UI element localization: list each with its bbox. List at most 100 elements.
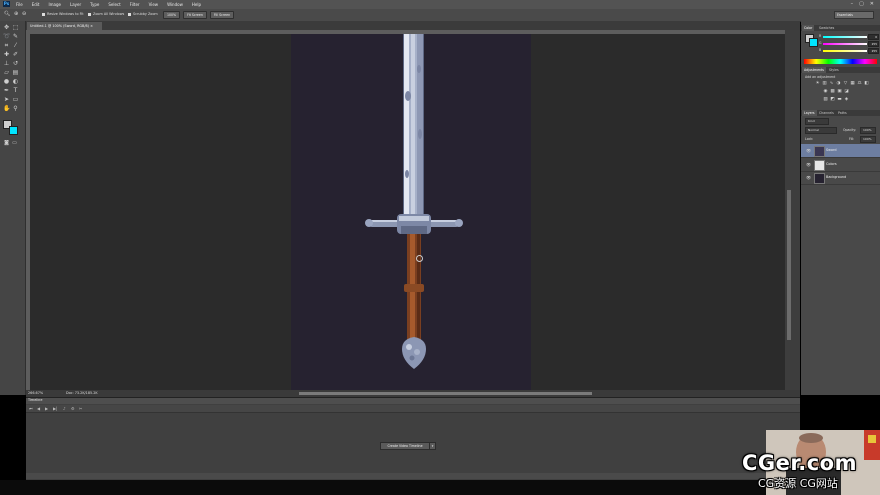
red-value[interactable]: 0: [868, 34, 879, 40]
visibility-eye-icon[interactable]: 👁︎: [806, 175, 811, 180]
zoom-out-icon[interactable]: ⊖: [22, 11, 26, 17]
healing-tool-icon[interactable]: ✚: [3, 51, 10, 58]
exposure-icon[interactable]: ◑: [836, 81, 841, 86]
play-icon[interactable]: ▶: [45, 406, 48, 411]
quick-select-tool-icon[interactable]: ✎: [12, 33, 19, 40]
levels-icon[interactable]: ▥: [822, 81, 827, 86]
opacity-value[interactable]: 100%: [860, 127, 876, 134]
stamp-tool-icon[interactable]: ⊥: [3, 60, 10, 67]
red-slider[interactable]: [823, 36, 867, 38]
gradient-tool-icon[interactable]: ▤: [12, 69, 19, 76]
green-slider[interactable]: [823, 43, 867, 45]
invert-icon[interactable]: ◪: [844, 89, 849, 94]
zoom-all-windows-checkbox[interactable]: Zoom All Windows: [88, 12, 124, 16]
menu-item-type[interactable]: Type: [90, 2, 99, 7]
type-tool-icon[interactable]: T: [12, 87, 19, 94]
menu-item-layer[interactable]: Layer: [70, 2, 81, 7]
menu-item-image[interactable]: Image: [48, 2, 61, 7]
hand-tool-icon[interactable]: ✋: [3, 105, 10, 112]
history-brush-icon[interactable]: ↺: [12, 60, 19, 67]
posterize-icon[interactable]: ▨: [823, 97, 828, 102]
blend-mode-select[interactable]: Normal: [805, 127, 837, 134]
eyedropper-tool-icon[interactable]: ⁄: [12, 42, 19, 49]
tab-color[interactable]: Color: [802, 25, 815, 31]
path-select-tool-icon[interactable]: ➤: [3, 96, 10, 103]
photo-filter-icon[interactable]: ◉: [823, 89, 828, 94]
menu-item-help[interactable]: Help: [192, 2, 201, 7]
menu-item-edit[interactable]: Edit: [32, 2, 40, 7]
hue-sat-icon[interactable]: ▦: [850, 81, 855, 86]
fit-screen-button[interactable]: Fit Screen: [183, 11, 207, 19]
next-frame-icon[interactable]: ▶|: [53, 406, 57, 411]
layer-row[interactable]: 👁︎ Colors: [801, 158, 880, 172]
tab-paths[interactable]: Paths: [838, 110, 847, 116]
selective-color-icon[interactable]: ◈: [844, 97, 849, 102]
prev-frame-icon[interactable]: ◀: [37, 406, 40, 411]
eraser-tool-icon[interactable]: ▱: [3, 69, 10, 76]
close-icon[interactable]: ✕: [870, 1, 874, 7]
maximize-icon[interactable]: ▢: [859, 1, 864, 7]
brush-tool-icon[interactable]: ✐: [12, 51, 19, 58]
pen-tool-icon[interactable]: ✒: [3, 87, 10, 94]
color-lookup-icon[interactable]: ▣: [837, 89, 842, 94]
layer-row[interactable]: 👁︎ Background: [801, 171, 880, 185]
color-balance-icon[interactable]: ⚖: [857, 81, 862, 86]
menu-item-file[interactable]: File: [16, 2, 23, 7]
channel-mixer-icon[interactable]: ▩: [830, 89, 835, 94]
vertical-scroll-thumb[interactable]: [787, 190, 791, 340]
menu-item-view[interactable]: View: [149, 2, 159, 7]
resize-windows-checkbox[interactable]: Resize Windows to Fit: [42, 12, 84, 16]
split-icon[interactable]: ✂: [79, 406, 82, 411]
tab-swatches[interactable]: Swatches: [819, 25, 834, 31]
gradient-map-icon[interactable]: ▬: [837, 97, 842, 102]
zoom-100-button[interactable]: 100%: [163, 11, 180, 19]
audio-icon[interactable]: ♪: [63, 406, 66, 411]
document-tab[interactable]: Untitled-1 @ 100% (Sword, RGB/8) ×: [27, 22, 102, 30]
curves-icon[interactable]: ∿: [829, 81, 834, 86]
menu-item-window[interactable]: Window: [167, 2, 183, 7]
menu-item-filter[interactable]: Filter: [130, 2, 140, 7]
workspace-switcher[interactable]: Essentials: [834, 11, 874, 19]
tab-styles[interactable]: Styles: [829, 67, 839, 73]
marquee-tool-icon[interactable]: ⬚: [12, 24, 19, 31]
blue-value[interactable]: 255: [868, 48, 879, 54]
vibrance-icon[interactable]: ▽: [843, 81, 848, 86]
first-frame-icon[interactable]: ⏮: [29, 406, 33, 411]
document-canvas[interactable]: [291, 34, 531, 390]
tab-layers[interactable]: Layers: [802, 110, 817, 116]
layer-row[interactable]: 👁︎ Sword: [801, 144, 880, 158]
crop-tool-icon[interactable]: ⌗: [3, 42, 10, 49]
blue-slider[interactable]: [823, 50, 867, 52]
move-tool-icon[interactable]: ✥: [3, 24, 10, 31]
layer-filter-kind[interactable]: Kind: [805, 118, 829, 125]
create-video-timeline-button[interactable]: Create Video Timeline: [380, 442, 430, 450]
fill-value[interactable]: 100%: [860, 136, 876, 143]
zoom-tool-icon[interactable]: ⚲: [12, 105, 19, 112]
shape-tool-icon[interactable]: ▭: [12, 96, 19, 103]
scrubby-zoom-checkbox[interactable]: Scrubby Zoom: [128, 12, 158, 16]
blur-tool-icon[interactable]: ●: [3, 78, 10, 85]
chevron-down-icon[interactable]: ▾: [429, 442, 436, 450]
tab-adjustments[interactable]: Adjustments: [802, 67, 826, 73]
settings-icon[interactable]: ⚙: [71, 406, 75, 411]
zoom-level[interactable]: 266.67%: [28, 391, 43, 395]
minimize-icon[interactable]: –: [851, 1, 854, 7]
horizontal-scroll-thumb[interactable]: [299, 392, 592, 395]
green-value[interactable]: 255: [868, 41, 879, 47]
dodge-tool-icon[interactable]: ◐: [12, 78, 19, 85]
threshold-icon[interactable]: ◩: [830, 97, 835, 102]
visibility-eye-icon[interactable]: 👁︎: [806, 148, 811, 153]
brightness-icon[interactable]: ☀: [815, 81, 820, 86]
zoom-in-icon[interactable]: ⊕: [14, 11, 18, 17]
tab-channels[interactable]: Channels: [819, 110, 834, 116]
visibility-eye-icon[interactable]: 👁︎: [806, 162, 811, 167]
black-white-icon[interactable]: ◧: [864, 81, 869, 86]
zoom-tool-icon[interactable]: 🔍︎: [4, 11, 10, 17]
fill-screen-button[interactable]: Fill Screen: [210, 11, 234, 19]
color-bg-swatch[interactable]: [809, 38, 818, 47]
close-tab-icon[interactable]: ×: [90, 24, 93, 28]
background-color-swatch[interactable]: [9, 126, 18, 135]
color-ramp[interactable]: [804, 59, 877, 64]
screen-mode-icon[interactable]: ▭: [11, 140, 18, 147]
quick-mask-icon[interactable]: ◙: [3, 140, 10, 147]
